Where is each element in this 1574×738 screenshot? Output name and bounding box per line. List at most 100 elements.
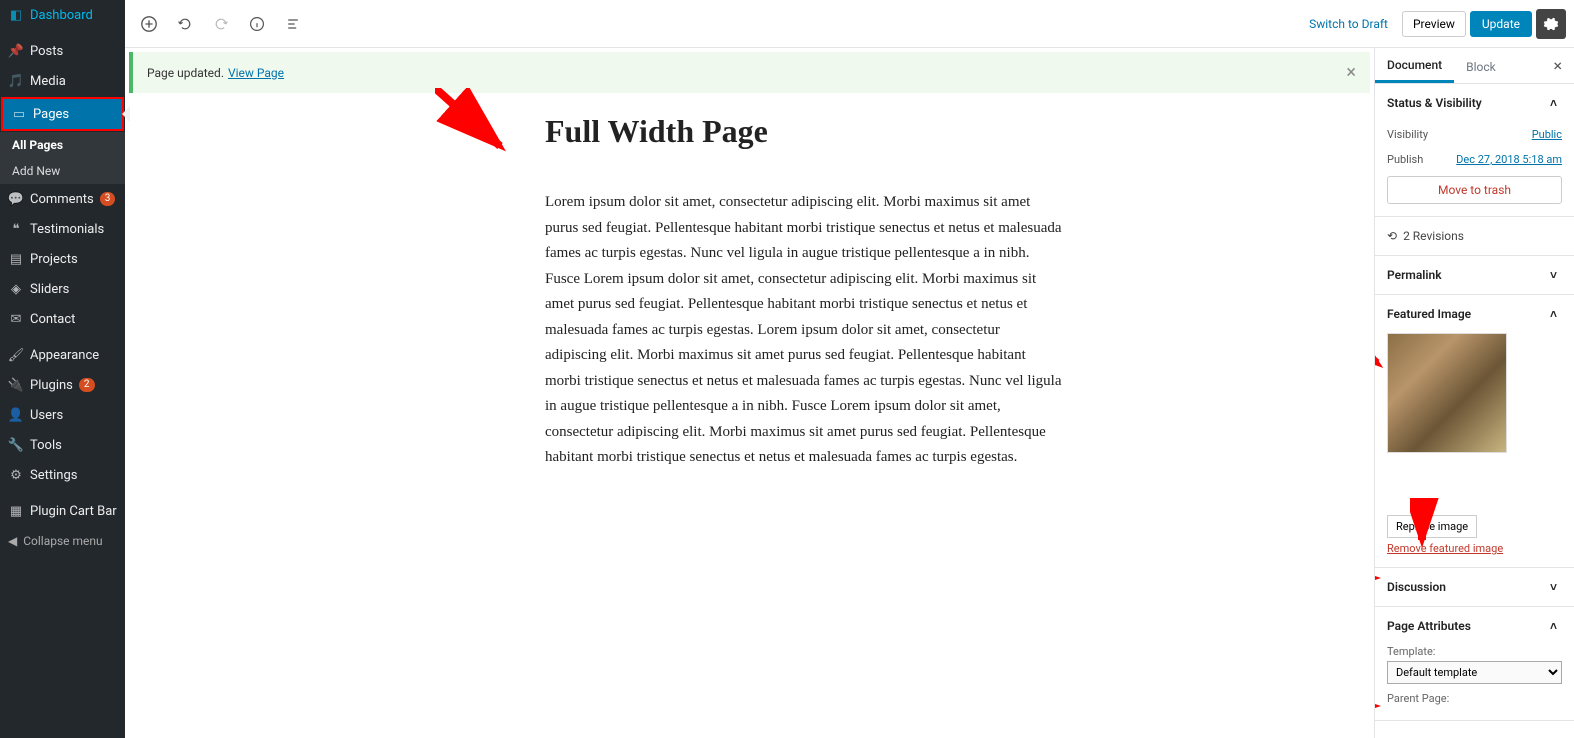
- pin-icon: 📌: [8, 43, 24, 59]
- sidebar-item-pages[interactable]: ▭Pages: [1, 97, 124, 131]
- visibility-label: Visibility: [1387, 128, 1428, 141]
- replace-image-button[interactable]: Replace image: [1387, 515, 1477, 538]
- undo-button[interactable]: [169, 8, 201, 40]
- update-notice: Page updated. View Page ×: [129, 52, 1370, 93]
- panel-tabs: Document Block ×: [1375, 48, 1574, 84]
- editor-main: Switch to Draft Preview Update Page upda…: [125, 0, 1574, 738]
- panel-status-visibility: Status & Visibility ˄ Visibility Public Pu…: [1375, 84, 1574, 217]
- sidebar-item-testimonials[interactable]: ❝Testimonials: [0, 214, 125, 244]
- chevron-up-icon: ˄: [1550, 619, 1562, 633]
- settings-panel: Document Block × Status & Visibility ˄ Vi…: [1374, 48, 1574, 738]
- plugin-icon: 🔌: [8, 377, 24, 393]
- settings-icon: ⚙: [8, 467, 24, 483]
- switch-to-draft-link[interactable]: Switch to Draft: [1299, 11, 1398, 37]
- parent-page-label: Parent Page:: [1387, 692, 1562, 705]
- publish-date-link[interactable]: Dec 27, 2018 5:18 am: [1456, 153, 1562, 166]
- panel-title: Featured Image: [1387, 307, 1471, 321]
- sidebar-item-label: Media: [30, 74, 66, 89]
- sliders-icon: ◈: [8, 281, 24, 297]
- panel-header-featured[interactable]: Featured Image ˄: [1375, 295, 1574, 333]
- sidebar-subitem-add-new[interactable]: Add New: [0, 158, 125, 184]
- users-icon: 👤: [8, 407, 24, 423]
- chevron-up-icon: ˄: [1550, 96, 1562, 110]
- sidebar-item-settings[interactable]: ⚙ Settings: [0, 460, 125, 490]
- history-icon: ⟲: [1387, 229, 1397, 243]
- sidebar-item-tools[interactable]: 🔧 Tools: [0, 430, 125, 460]
- sidebar-item-label: Settings: [30, 468, 77, 483]
- panel-title: Discussion: [1387, 580, 1446, 594]
- tools-icon: 🔧: [8, 437, 24, 453]
- collapse-icon: ◀: [8, 534, 17, 548]
- chevron-down-icon: ˅: [1550, 268, 1562, 282]
- sidebar-item-label: Posts: [30, 44, 63, 59]
- preview-button[interactable]: Preview: [1402, 11, 1466, 37]
- outline-button[interactable]: [277, 8, 309, 40]
- sidebar-item-label: Users: [30, 408, 63, 423]
- close-panel-button[interactable]: ×: [1547, 52, 1568, 79]
- sidebar-item-label: Tools: [30, 438, 62, 453]
- sidebar-item-users[interactable]: 👤 Users: [0, 400, 125, 430]
- template-label: Template:: [1387, 645, 1562, 658]
- remove-featured-image-link[interactable]: Remove featured image: [1387, 542, 1562, 555]
- sidebar-item-sliders[interactable]: ◈Sliders: [0, 274, 125, 304]
- panel-title: Page Attributes: [1387, 619, 1471, 633]
- sidebar-item-label: Appearance: [30, 348, 99, 363]
- plugins-badge: 2: [79, 378, 95, 392]
- panel-header-page-attrs[interactable]: Page Attributes ˄: [1375, 607, 1574, 645]
- post-title[interactable]: Full Width Page: [545, 113, 1155, 150]
- info-button[interactable]: [241, 8, 273, 40]
- update-button[interactable]: Update: [1470, 11, 1532, 37]
- sidebar-item-plugin-cart-bar[interactable]: ▦Plugin Cart Bar: [0, 496, 125, 526]
- sidebar-item-label: Dashboard: [30, 8, 93, 23]
- media-icon: 🎵: [8, 73, 24, 89]
- template-select[interactable]: Default template: [1387, 661, 1562, 684]
- panel-header-discussion[interactable]: Discussion ˅: [1375, 568, 1574, 606]
- page-icon: ▭: [11, 106, 27, 122]
- panel-header-status[interactable]: Status & Visibility ˄: [1375, 84, 1574, 122]
- publish-label: Publish: [1387, 153, 1423, 166]
- sidebar-item-appearance[interactable]: 🖌Appearance: [0, 340, 125, 370]
- sidebar-item-posts[interactable]: 📌 Posts: [0, 36, 125, 66]
- sidebar-item-comments[interactable]: 💬Comments 3: [0, 184, 125, 214]
- move-to-trash-button[interactable]: Move to trash: [1387, 176, 1562, 204]
- panel-title: Status & Visibility: [1387, 96, 1482, 110]
- revisions-label: 2 Revisions: [1403, 229, 1464, 243]
- top-toolbar: Switch to Draft Preview Update: [125, 0, 1574, 48]
- chevron-up-icon: ˄: [1550, 307, 1562, 321]
- sidebar-item-label: Projects: [30, 252, 78, 267]
- sidebar-subitem-all-pages[interactable]: All Pages: [0, 132, 125, 158]
- panel-title: Permalink: [1387, 268, 1442, 282]
- sidebar-item-contact[interactable]: ✉Contact: [0, 304, 125, 334]
- post-body[interactable]: Lorem ipsum dolor sit amet, consectetur …: [545, 190, 1065, 471]
- visibility-value-link[interactable]: Public: [1532, 128, 1562, 141]
- sidebar-item-media[interactable]: 🎵 Media: [0, 66, 125, 96]
- sidebar-item-label: Plugin Cart Bar: [30, 504, 117, 519]
- comments-badge: 3: [100, 192, 116, 206]
- revisions-link[interactable]: ⟲ 2 Revisions: [1375, 217, 1574, 256]
- sidebar-item-dashboard[interactable]: ◧ Dashboard: [0, 0, 125, 30]
- tab-document[interactable]: Document: [1375, 48, 1454, 83]
- quote-icon: ❝: [8, 221, 24, 237]
- panel-header-permalink[interactable]: Permalink ˅: [1375, 256, 1574, 294]
- sidebar-item-projects[interactable]: ▤ Projects: [0, 244, 125, 274]
- redo-button[interactable]: [205, 8, 237, 40]
- sidebar-item-label: Contact: [30, 312, 75, 327]
- featured-image-thumbnail[interactable]: [1387, 333, 1507, 453]
- sidebar-item-label: Plugins: [30, 378, 73, 393]
- sidebar-item-label: Comments: [30, 192, 94, 207]
- panel-featured-image: Featured Image ˄ Replace image Remove fea…: [1375, 295, 1574, 568]
- notice-text: Page updated.: [147, 66, 224, 80]
- admin-sidebar: ◧ Dashboard 📌 Posts 🎵 Media ▭Pages All Page…: [0, 0, 125, 738]
- dismiss-notice-button[interactable]: ×: [1346, 62, 1356, 83]
- chevron-down-icon: ˅: [1550, 580, 1562, 594]
- projects-icon: ▤: [8, 251, 24, 267]
- collapse-menu[interactable]: ◀ Collapse menu: [0, 526, 125, 556]
- view-page-link[interactable]: View Page: [228, 66, 284, 80]
- sidebar-item-plugins[interactable]: 🔌 Plugins 2: [0, 370, 125, 400]
- dashboard-icon: ◧: [8, 7, 24, 23]
- tab-block[interactable]: Block: [1454, 50, 1508, 82]
- editor-canvas[interactable]: Page updated. View Page × Full Width Pag…: [125, 48, 1374, 738]
- collapse-label: Collapse menu: [23, 534, 102, 548]
- add-block-button[interactable]: [133, 8, 165, 40]
- settings-gear-button[interactable]: [1536, 9, 1566, 39]
